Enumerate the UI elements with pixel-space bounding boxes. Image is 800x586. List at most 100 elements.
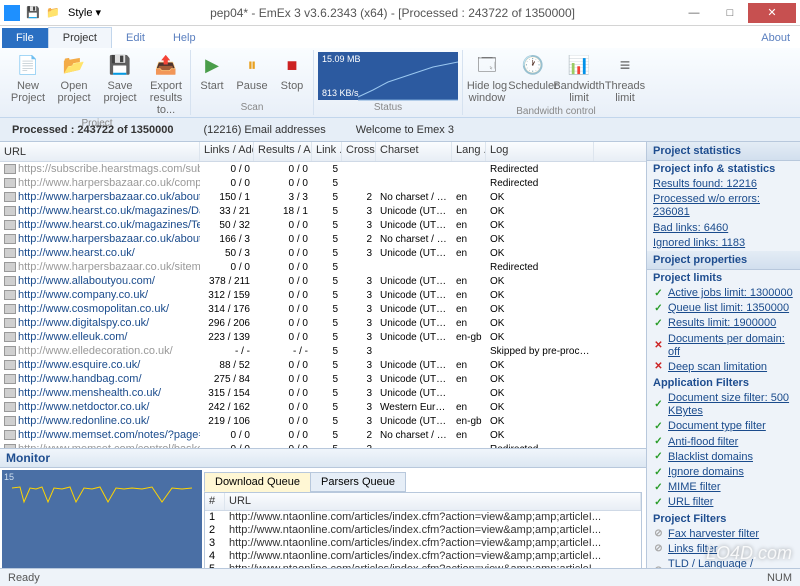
col-log[interactable]: Log xyxy=(486,142,594,161)
save-icon[interactable]: 💾 xyxy=(24,4,42,22)
scheduler-button[interactable]: 🕐Scheduler xyxy=(511,52,555,94)
link-cell: 5 xyxy=(312,332,342,343)
link-cell: 5 xyxy=(312,248,342,259)
table-row[interactable]: http://www.allaboutyou.com/378 / 2110 / … xyxy=(0,274,646,288)
results-added-cell: 0 / 0 xyxy=(254,290,312,301)
col-results-added[interactable]: Results / Added xyxy=(254,142,312,161)
content-tabs: Processed : 243722 of 1350000 (12216) Em… xyxy=(0,118,800,142)
col-links-added[interactable]: Links / Added xyxy=(200,142,254,161)
filter-label: Fax harvester filter xyxy=(668,528,759,541)
maximize-button[interactable]: □ xyxy=(712,3,748,23)
tab-help[interactable]: Help xyxy=(159,28,210,48)
queue-row[interactable]: 2http://www.ntaonline.com/articles/index… xyxy=(205,524,641,537)
table-row[interactable]: http://www.harpersbazaar.co.uk/about/con… xyxy=(0,190,646,204)
table-row[interactable]: http://www.cosmopolitan.co.uk/314 / 1760… xyxy=(0,302,646,316)
tab-emails[interactable]: (12216) Email addresses xyxy=(195,120,333,140)
tab-processed[interactable]: Processed : 243722 of 1350000 xyxy=(4,120,181,140)
table-row[interactable]: http://www.digitalspy.co.uk/296 / 2060 /… xyxy=(0,316,646,330)
pause-button[interactable]: ⏸Pause xyxy=(233,52,271,94)
export-button[interactable]: 📤Export results to... xyxy=(144,52,188,118)
page-icon xyxy=(4,430,16,440)
filter-label: Documents per domain: off xyxy=(668,333,794,359)
table-row[interactable]: http://www.hearst.co.uk/magazines/Data-p… xyxy=(0,204,646,218)
table-row[interactable]: http://www.harpersbazaar.co.uk/about/coo… xyxy=(0,232,646,246)
link-cell: 5 xyxy=(312,360,342,371)
tab-download-queue[interactable]: Download Queue xyxy=(204,472,311,492)
table-row[interactable]: https://subscribe.hearstmags.com/subscri… xyxy=(0,162,646,176)
tab-welcome[interactable]: Welcome to Emex 3 xyxy=(348,120,462,140)
col-charset[interactable]: Charset xyxy=(376,142,452,161)
save-project-button[interactable]: 💾Save project xyxy=(98,52,142,106)
group-label-status: Status xyxy=(374,102,402,115)
table-row[interactable]: http://www.menshealth.co.uk/315 / 1540 /… xyxy=(0,386,646,400)
queue-row[interactable]: 4http://www.ntaonline.com/articles/index… xyxy=(205,550,641,563)
table-body[interactable]: https://subscribe.hearstmags.com/subscri… xyxy=(0,162,646,448)
qcol-num[interactable]: # xyxy=(205,493,225,510)
table-row[interactable]: http://www.memset.com/notes/?page= SSD0 … xyxy=(0,428,646,442)
filter-item[interactable]: ✕Documents per domain: off xyxy=(647,332,800,360)
hide-log-button[interactable]: 🗔Hide log window xyxy=(465,52,509,106)
table-row[interactable]: http://www.esquire.co.uk/88 / 520 / 053U… xyxy=(0,358,646,372)
sidebar: Project statistics Project info & statis… xyxy=(646,142,800,584)
filter-item[interactable]: ✓Ignore domains xyxy=(647,465,800,480)
open-icon[interactable]: 📁 xyxy=(44,4,62,22)
tab-file[interactable]: File xyxy=(2,28,48,48)
filter-item[interactable]: ✓Anti-flood filter xyxy=(647,435,800,450)
results-added-cell: 0 / 0 xyxy=(254,402,312,413)
check-icon: ✓ xyxy=(653,482,664,493)
col-lang[interactable]: Lang ... xyxy=(452,142,486,161)
url-cell: http://www.handbag.com/ xyxy=(18,373,142,385)
close-button[interactable]: ✕ xyxy=(748,3,796,23)
style-dropdown[interactable]: Style ▾ xyxy=(64,6,105,19)
table-row[interactable]: http://www.company.co.uk/312 / 1590 / 05… xyxy=(0,288,646,302)
table-row[interactable]: http://www.handbag.com/275 / 840 / 053Un… xyxy=(0,372,646,386)
table-row[interactable]: http://www.netdoctor.co.uk/242 / 1620 / … xyxy=(0,400,646,414)
filter-item[interactable]: ✓Blacklist domains xyxy=(647,450,800,465)
filter-item[interactable]: ✕Deep scan limitation xyxy=(647,360,800,375)
col-link[interactable]: Link ... xyxy=(312,142,342,161)
table-row[interactable]: http://www.harpersbazaar.co.uk/sitemap0 … xyxy=(0,260,646,274)
filter-item[interactable]: ✓URL filter xyxy=(647,495,800,510)
new-project-button[interactable]: 📄New Project xyxy=(6,52,50,106)
tab-project[interactable]: Project xyxy=(48,27,112,48)
filter-item[interactable]: ✓Document type filter xyxy=(647,419,800,434)
bandwidth-limit-button[interactable]: 📊Bandwidth limit xyxy=(557,52,601,106)
table-row[interactable]: http://www.elleuk.com/223 / 1390 / 053Un… xyxy=(0,330,646,344)
filter-item[interactable]: ✓Queue list limit: 1350000 xyxy=(647,301,800,316)
table-row[interactable]: http://www.elledecoration.co.uk/- / -- /… xyxy=(0,344,646,358)
log-cell: OK xyxy=(486,220,594,231)
filter-item[interactable]: ✓Document size filter: 500 KBytes xyxy=(647,391,800,419)
qcol-url[interactable]: URL xyxy=(225,493,641,510)
filter-item[interactable]: ⊘Links filter xyxy=(647,542,800,557)
threads-limit-button[interactable]: ≡Threads limit xyxy=(603,52,647,106)
queue-row[interactable]: 1http://www.ntaonline.com/articles/index… xyxy=(205,511,641,524)
tab-parsers-queue[interactable]: Parsers Queue xyxy=(310,472,406,492)
ribbon-tabs: File Project Edit Help About xyxy=(0,26,800,48)
links-added-cell: 242 / 162 xyxy=(200,402,254,413)
filter-item[interactable]: ✓MIME filter xyxy=(647,480,800,495)
page-icon xyxy=(4,290,16,300)
start-button[interactable]: ▶Start xyxy=(193,52,231,94)
about-link[interactable]: About xyxy=(751,28,800,48)
charset-cell: No charset / U... xyxy=(376,430,452,441)
link-cell: 5 xyxy=(312,388,342,399)
filter-item[interactable]: ✓Results limit: 1900000 xyxy=(647,316,800,331)
col-url[interactable]: URL xyxy=(0,142,200,161)
col-cross[interactable]: Cross... xyxy=(342,142,376,161)
minimize-button[interactable]: — xyxy=(676,3,712,23)
stop-button[interactable]: ■Stop xyxy=(273,52,311,94)
filter-item[interactable]: ✓Active jobs limit: 1300000 xyxy=(647,286,800,301)
filter-item[interactable]: ⊘Fax harvester filter xyxy=(647,527,800,542)
open-project-button[interactable]: 📂Open project xyxy=(52,52,96,106)
table-row[interactable]: http://www.hearst.co.uk/50 / 30 / 053Uni… xyxy=(0,246,646,260)
check-icon: ✓ xyxy=(653,422,664,433)
table-row[interactable]: http://www.harpersbazaar.co.uk/competiti… xyxy=(0,176,646,190)
charset-cell: Unicode (UTF-8) xyxy=(376,290,452,301)
cross-cell: 3 xyxy=(342,318,376,329)
table-row[interactable]: http://www.hearst.co.uk/magazines/Terms-… xyxy=(0,218,646,232)
table-row[interactable]: http://www.redonline.co.uk/219 / 1060 / … xyxy=(0,414,646,428)
link-cell: 5 xyxy=(312,318,342,329)
page-icon xyxy=(4,220,16,230)
tab-edit[interactable]: Edit xyxy=(112,28,159,48)
queue-row[interactable]: 3http://www.ntaonline.com/articles/index… xyxy=(205,537,641,550)
